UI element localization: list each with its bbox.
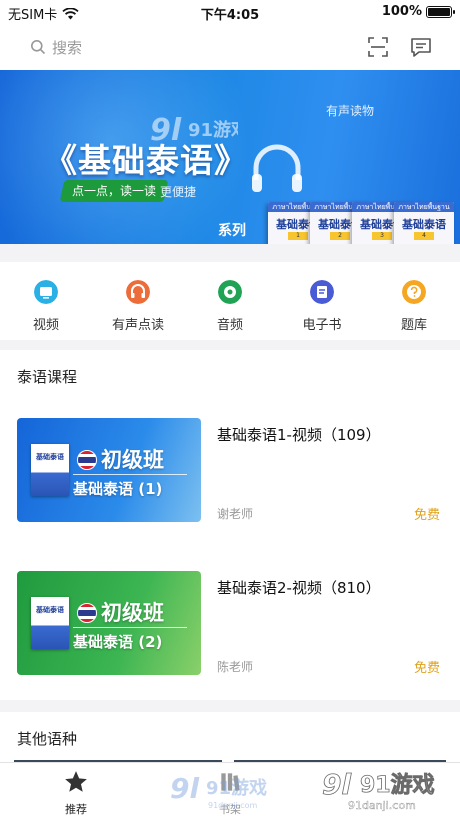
thumbnail-level: 初级班 [101, 448, 164, 472]
section-title: 泰语课程 [17, 368, 78, 386]
tab-label: 推荐 [65, 803, 87, 816]
headphones-icon [252, 144, 302, 192]
category-label: 有声点读 [111, 318, 164, 333]
course-thumbnail: 基础泰语 初级班 基础泰语 (1) [17, 418, 201, 522]
book-volume: 2 [330, 232, 350, 240]
watermark-url: 91danji.com [208, 801, 258, 810]
category-label: 题库 [400, 318, 427, 333]
watermark-text: 91游戏 [206, 777, 267, 799]
banner-tagline: 更便捷 [160, 185, 197, 199]
thumbnail-book-name: 基础泰语 (2) [73, 633, 163, 651]
book-volume: 1 [288, 232, 308, 240]
audio-book-label: 有声读物 [326, 104, 375, 118]
question-bank-icon [402, 280, 426, 304]
search-input[interactable]: 搜索 [14, 32, 344, 62]
watermark-logo: 9l 91游戏 91danji.com [322, 768, 435, 813]
course-card[interactable]: 基础泰语 初级班 基础泰语 (2) 基础泰语2-视频（810） 陈老师 免费 [0, 571, 460, 681]
thumbnail-book-title: 基础泰语 [36, 453, 64, 461]
course-price: 免费 [413, 661, 440, 676]
course-card[interactable]: 基础泰语 初级班 基础泰语 (1) 基础泰语1-视频（109） 谢老师 免费 [0, 418, 460, 528]
course-price: 免费 [413, 508, 440, 523]
category-audio[interactable]: 音频 [184, 280, 276, 333]
tap-read-button[interactable]: 点一点，读一读 [59, 180, 169, 202]
watermark-logo: 9l 91游戏 91danji.com [170, 772, 267, 810]
course-thumbnail: 基础泰语 初级班 基础泰语 (2) [17, 571, 201, 675]
thai-flag-icon [77, 603, 97, 623]
battery-status: 100% [381, 4, 455, 19]
search-icon [31, 40, 46, 55]
course-teacher: 陈老师 [217, 660, 254, 674]
tap-read-label: 点一点，读一读 [72, 184, 157, 198]
message-icon[interactable] [409, 35, 433, 59]
category-row: 视频 有声点读 音频 电子书 题库 [0, 262, 460, 340]
star-icon [65, 771, 87, 792]
battery-percent: 100% [381, 4, 422, 19]
book-covers: ภาษาไทยพื้นฐาน 基础泰语 1 ภาษาไทยพื้นฐาน 基础泰… [268, 202, 454, 244]
thai-flag-icon [77, 450, 97, 470]
svg-text:9l: 9l [170, 772, 199, 805]
category-video[interactable]: 视频 [0, 280, 92, 333]
book-header-text: ภาษาไทยพื้นฐาน [394, 202, 454, 212]
ebook-icon [310, 280, 334, 304]
status-bar: 无SIM卡 下午4:05 100% [0, 0, 460, 24]
thumbnail-book-name: 基础泰语 (1) [73, 480, 163, 498]
search-placeholder: 搜索 [52, 38, 83, 57]
banner-series: 系列 [218, 223, 246, 239]
video-icon [34, 280, 58, 304]
watermark-url: 91danji.com [348, 799, 416, 812]
battery-icon [426, 5, 455, 18]
watermark-text: 91游戏 [360, 772, 435, 798]
thumbnail-book: 基础泰语 [31, 597, 69, 649]
category-audio-read[interactable]: 有声点读 [92, 280, 184, 333]
svg-text:9l: 9l [322, 768, 351, 801]
thumbnail-book: 基础泰语 [31, 444, 69, 496]
category-label: 音频 [216, 318, 243, 333]
thai-courses-section: 泰语课程 基础泰语 初级班 基础泰语 (1) 基础泰语1-视频（109） 谢老师… [0, 350, 460, 700]
course-title: 基础泰语2-视频（810） [217, 579, 381, 597]
category-label: 视频 [32, 318, 59, 333]
thumbnail-book-title: 基础泰语 [36, 606, 64, 614]
book-cover: ภาษาไทยพื้นฐาน 基础泰语 4 [394, 202, 454, 244]
scan-icon[interactable] [366, 35, 390, 59]
category-question-bank[interactable]: 题库 [368, 280, 460, 333]
audio-read-icon [126, 280, 150, 304]
promo-banner[interactable]: 9l 91游戏 有声读物 《基础泰语》 系列 点一点，读一读 更便捷 ภาษาไ… [0, 70, 460, 244]
audio-icon [218, 280, 242, 304]
category-ebook[interactable]: 电子书 [276, 280, 368, 333]
tab-recommend[interactable]: 推荐 [36, 769, 116, 817]
course-teacher: 谢老师 [217, 507, 254, 521]
section-title: 其他语种 [17, 730, 78, 748]
category-label: 电子书 [302, 318, 342, 333]
banner-title: 《基础泰语》 [44, 141, 248, 180]
book-volume: 3 [372, 232, 392, 240]
thumbnail-level: 初级班 [101, 601, 164, 625]
book-volume: 4 [414, 232, 434, 240]
search-header: 搜索 [0, 24, 460, 70]
course-title: 基础泰语1-视频（109） [217, 426, 381, 444]
book-title: 基础泰语 [402, 218, 446, 231]
